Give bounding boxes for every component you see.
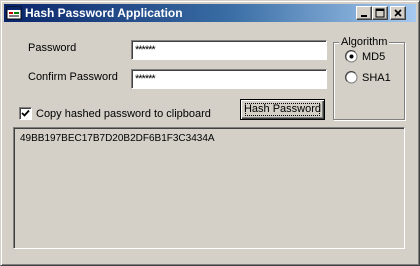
maximize-button[interactable] (372, 6, 388, 20)
hash-password-button[interactable]: Hash Password (240, 99, 325, 120)
title-bar[interactable]: Hash Password Application (4, 4, 416, 22)
password-label: Password (28, 42, 77, 54)
password-input[interactable] (131, 40, 327, 60)
app-window: Hash Password Application Password Confi… (0, 0, 420, 266)
hash-password-button-label: Hash Password (243, 103, 322, 115)
sha1-radio[interactable] (345, 71, 358, 84)
confirm-password-label: Confirm Password (28, 71, 118, 83)
sha1-radio-label[interactable]: SHA1 (362, 71, 391, 85)
copy-to-clipboard-label[interactable]: Copy hashed password to clipboard (36, 107, 211, 121)
maximize-icon (375, 8, 385, 18)
minimize-icon (361, 15, 367, 17)
close-icon (394, 9, 402, 17)
md5-radio[interactable] (345, 50, 358, 63)
window-title: Hash Password Application (25, 6, 183, 20)
hash-output-field[interactable]: 49BB197BEC17B7D20B2DF6B1F3C3434A (13, 127, 405, 249)
confirm-password-input[interactable] (131, 69, 327, 89)
app-window-icon[interactable] (6, 5, 22, 21)
md5-radio-label[interactable]: MD5 (362, 50, 385, 64)
algorithm-legend: Algorithm (339, 35, 390, 49)
checkmark-icon (21, 109, 30, 117)
copy-to-clipboard-checkbox[interactable] (19, 107, 32, 120)
minimize-button[interactable] (356, 6, 372, 20)
close-button[interactable] (390, 6, 406, 20)
hash-output-text: 49BB197BEC17B7D20B2DF6B1F3C3434A (20, 133, 215, 144)
